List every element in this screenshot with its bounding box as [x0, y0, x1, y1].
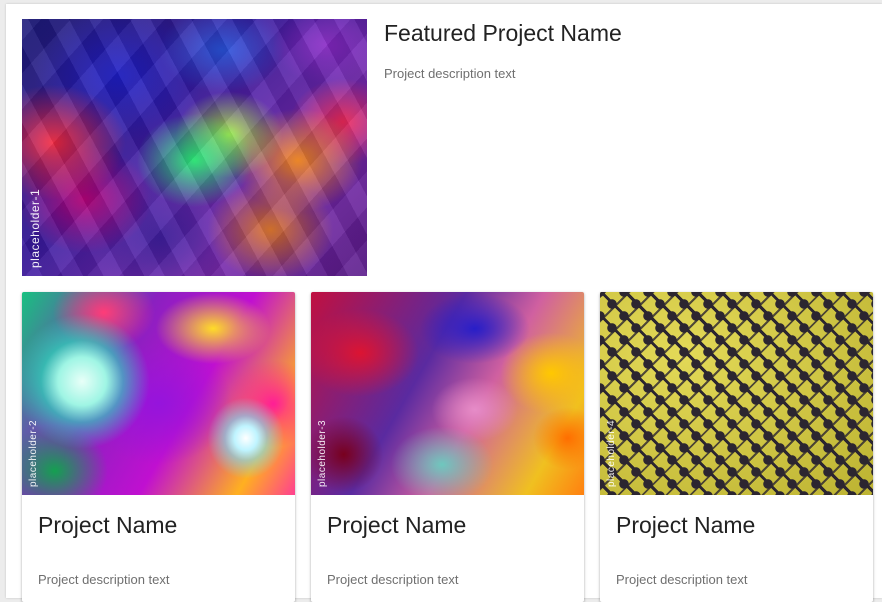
project-card-image[interactable]: placeholder-3: [311, 292, 584, 495]
project-card[interactable]: placeholder-4 Project Name Project descr…: [600, 292, 873, 602]
project-card-title[interactable]: Project Name: [38, 512, 177, 539]
placeholder-label: placeholder-4: [606, 419, 617, 487]
project-card-image[interactable]: placeholder-4: [600, 292, 873, 495]
placeholder-label: placeholder-3: [317, 419, 328, 487]
portfolio-page: placeholder-1 Featured Project Name Proj…: [6, 4, 882, 602]
project-card-description: Project description text: [616, 572, 748, 587]
project-card[interactable]: placeholder-3 Project Name Project descr…: [311, 292, 584, 602]
placeholder-label: placeholder-2: [28, 419, 39, 487]
featured-project-title[interactable]: Featured Project Name: [384, 20, 622, 47]
placeholder-label: placeholder-1: [28, 188, 42, 268]
featured-project-image[interactable]: placeholder-1: [22, 19, 367, 276]
project-card-description: Project description text: [38, 572, 170, 587]
project-card-image[interactable]: placeholder-2: [22, 292, 295, 495]
project-card-description: Project description text: [327, 572, 459, 587]
project-card-title[interactable]: Project Name: [616, 512, 755, 539]
featured-project-description: Project description text: [384, 66, 516, 81]
project-card[interactable]: placeholder-2 Project Name Project descr…: [22, 292, 295, 602]
project-card-title[interactable]: Project Name: [327, 512, 466, 539]
